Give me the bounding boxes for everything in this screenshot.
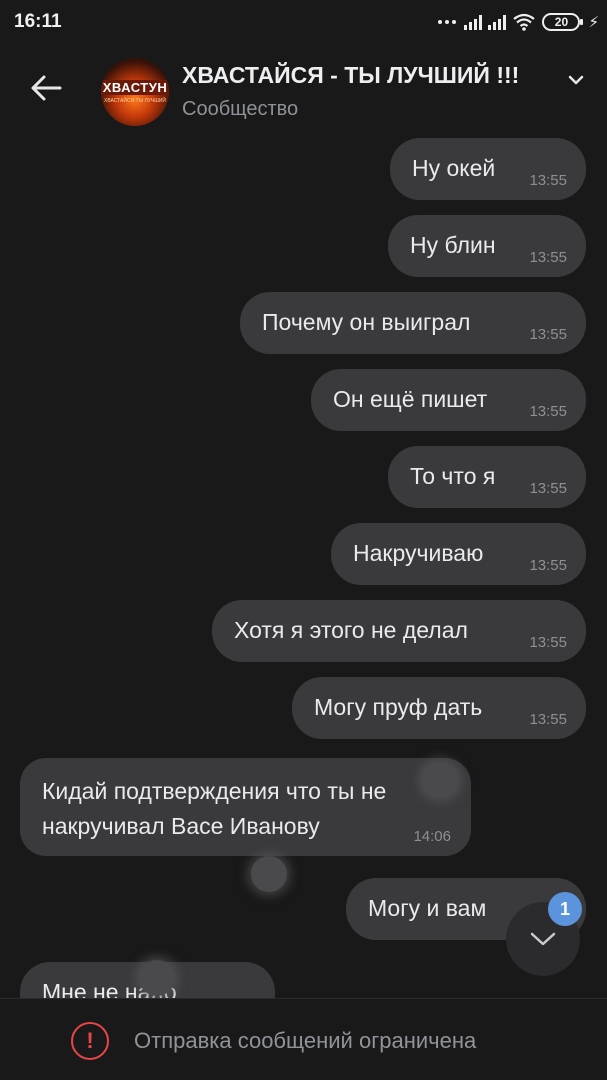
charging-icon: ⚡ <box>588 14 599 31</box>
message-list[interactable]: Ну окей 13:55 Ну блин 13:55 Почему он вы… <box>0 136 607 998</box>
touch-indicator <box>139 960 175 996</box>
message-text: Кидай подтверждения что ты не накручивал… <box>42 778 387 839</box>
message-text: Ну блин <box>410 232 496 258</box>
message-outgoing[interactable]: Ну окей 13:55 <box>390 138 586 200</box>
signal-icon <box>464 14 483 30</box>
message-time: 13:55 <box>529 172 567 189</box>
unread-badge[interactable]: 1 <box>548 892 582 926</box>
message-time: 13:55 <box>529 480 567 497</box>
message-outgoing[interactable]: Накручиваю 13:55 <box>331 523 586 585</box>
status-time: 16:11 <box>14 11 62 32</box>
message-outgoing[interactable]: Хотя я этого не делал 13:55 <box>212 600 586 662</box>
composer-restricted-bar: ! Отправка сообщений ограничена <box>0 998 607 1080</box>
chat-title[interactable]: ХВАСТАЙСЯ - ТЫ ЛУЧШИЙ !!! <box>182 62 519 89</box>
message-outgoing[interactable]: Почему он выиграл 13:55 <box>240 292 586 354</box>
message-time: 13:55 <box>529 711 567 728</box>
back-button[interactable] <box>26 68 66 108</box>
status-bar: 16:11 20 ⚡ <box>0 0 607 44</box>
message-text: Могу и вам <box>368 895 487 921</box>
message-text: Могу пруф дать <box>314 694 483 720</box>
wifi-icon <box>513 13 536 31</box>
message-time: 13:55 <box>529 249 567 266</box>
message-time: 13:55 <box>529 557 567 574</box>
battery-icon: 20 <box>542 13 584 31</box>
arrow-left-icon <box>31 75 62 101</box>
touch-indicator <box>251 856 287 892</box>
message-text: Хотя я этого не делал <box>234 617 468 643</box>
message-time: 13:55 <box>529 403 567 420</box>
touch-indicator <box>422 762 458 798</box>
message-outgoing[interactable]: Могу пруф дать 13:55 <box>292 677 586 739</box>
message-outgoing[interactable]: То что я 13:55 <box>388 446 586 508</box>
status-icons: 20 ⚡ <box>438 10 599 34</box>
message-incoming[interactable]: Кидай подтверждения что ты не накручивал… <box>20 758 471 856</box>
message-outgoing[interactable]: Ну блин 13:55 <box>388 215 586 277</box>
message-text: Почему он выиграл <box>262 309 471 335</box>
message-text: Ну окей <box>412 155 496 181</box>
chevron-down-icon <box>530 932 556 946</box>
message-time: 14:06 <box>413 828 451 845</box>
chat-subtitle: Сообщество <box>182 98 299 120</box>
restriction-message: Отправка сообщений ограничена <box>134 1028 477 1053</box>
message-text: Накручиваю <box>353 540 484 566</box>
message-text: То что я <box>410 463 496 489</box>
message-time: 13:55 <box>529 634 567 651</box>
chat-header: ХВАСТУН ХВАСТАЙСЯ ТЫ ЛУЧШИЙ ХВАСТАЙСЯ - … <box>0 44 607 136</box>
signal-icon <box>488 14 507 30</box>
warning-icon: ! <box>71 1022 109 1060</box>
more-dots-icon <box>438 20 457 24</box>
avatar-logo-subtext: ХВАСТАЙСЯ ТЫ ЛУЧШИЙ <box>103 98 167 104</box>
chevron-down-icon[interactable] <box>566 70 586 90</box>
message-time: 13:55 <box>529 326 567 343</box>
message-outgoing[interactable]: Он ещё пишет 13:55 <box>311 369 586 431</box>
battery-level: 20 <box>554 15 569 29</box>
message-text: Он ещё пишет <box>333 386 488 412</box>
community-avatar[interactable]: ХВАСТУН ХВАСТАЙСЯ ТЫ ЛУЧШИЙ <box>101 58 169 126</box>
avatar-logo-text: ХВАСТУН <box>101 80 169 95</box>
